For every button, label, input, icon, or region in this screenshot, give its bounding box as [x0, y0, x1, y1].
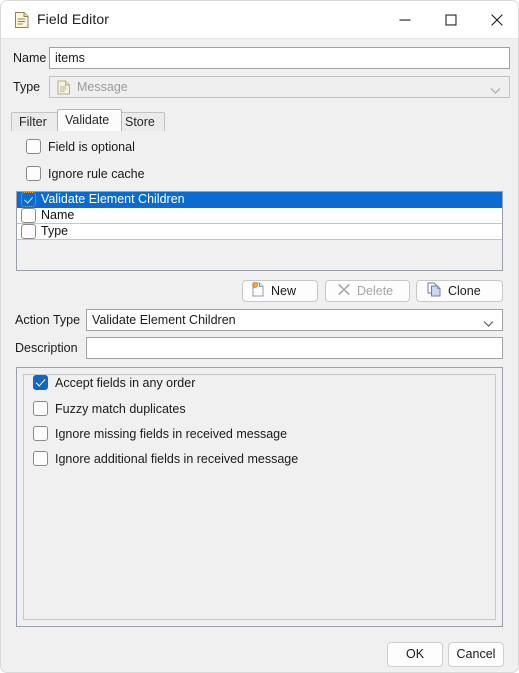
rule-label: Name [41, 208, 75, 222]
description-input[interactable] [86, 337, 503, 359]
fuzzy-match-duplicates-label: Fuzzy match duplicates [55, 402, 186, 416]
tab-filter[interactable]: Filter [11, 112, 63, 131]
accept-any-order-checkbox[interactable] [33, 375, 48, 390]
rules-listbox[interactable]: Validate Element Children Name Type [16, 191, 503, 271]
document-icon [14, 11, 30, 29]
field-is-optional-label: Field is optional [48, 140, 135, 154]
list-item[interactable]: Validate Element Children [17, 192, 502, 208]
chevron-down-icon [490, 83, 501, 94]
tabstrip: Filter Validate Store [11, 109, 510, 131]
document-icon [57, 80, 71, 97]
minimize-button[interactable] [382, 1, 428, 38]
description-label: Description [15, 341, 78, 355]
chevron-down-icon [483, 316, 494, 327]
name-label: Name [13, 51, 47, 65]
cancel-button[interactable]: Cancel [448, 642, 504, 667]
clone-button[interactable]: Clone [416, 280, 503, 302]
type-combobox[interactable]: Message [49, 76, 510, 98]
new-button[interactable]: New [242, 280, 318, 302]
list-item[interactable]: Name [17, 208, 502, 224]
ignore-rule-cache-checkbox[interactable] [26, 166, 41, 181]
list-item[interactable]: Type [17, 224, 502, 240]
titlebar: Field Editor [1, 1, 518, 39]
delete-button[interactable]: Delete [325, 280, 410, 302]
close-button[interactable] [474, 1, 518, 38]
maximize-button[interactable] [428, 1, 474, 38]
rule-checkbox[interactable] [21, 192, 36, 207]
tab-store-label: Store [125, 115, 155, 129]
fuzzy-match-duplicates-checkbox[interactable] [33, 401, 48, 416]
ignore-missing-fields-label: Ignore missing fields in received messag… [55, 427, 288, 441]
rule-label: Type [41, 224, 69, 238]
action-type-combobox[interactable]: Validate Element Children [86, 309, 503, 331]
ignore-rule-cache-label: Ignore rule cache [48, 167, 145, 181]
ok-button-label: OK [405, 647, 425, 661]
accept-any-order-label: Accept fields in any order [55, 376, 196, 390]
action-options-panel: Accept fields in any order Fuzzy match d… [16, 367, 503, 627]
ignore-additional-fields-checkbox[interactable] [33, 451, 48, 466]
action-type-value: Validate Element Children [92, 313, 236, 327]
field-editor-window: Field Editor Name items Type Message Fil… [0, 0, 519, 673]
tab-validate[interactable]: Validate [57, 109, 122, 131]
field-is-optional-checkbox[interactable] [26, 139, 41, 154]
name-input[interactable]: items [49, 47, 510, 69]
delete-button-label: Delete [357, 284, 394, 298]
close-icon [491, 13, 503, 26]
new-button-label: New [271, 284, 297, 298]
tab-store[interactable]: Store [117, 112, 165, 131]
tab-filter-label: Filter [19, 115, 47, 129]
cancel-button-label: Cancel [456, 647, 496, 661]
type-value: Message [77, 80, 128, 94]
rule-label: Validate Element Children [41, 192, 185, 206]
ignore-additional-fields-label: Ignore additional fields in received mes… [55, 452, 299, 466]
window-title: Field Editor [37, 11, 110, 27]
clone-button-label: Clone [448, 284, 481, 298]
dialog-content: Name items Type Message Filter Validate … [1, 39, 518, 672]
tab-validate-label: Validate [65, 113, 110, 127]
rule-checkbox[interactable] [21, 208, 36, 223]
maximize-icon [445, 14, 457, 25]
ignore-missing-fields-checkbox[interactable] [33, 426, 48, 441]
action-type-label: Action Type [15, 313, 81, 327]
ok-button[interactable]: OK [387, 642, 443, 667]
minimize-icon [399, 19, 411, 21]
rule-checkbox[interactable] [21, 224, 36, 239]
type-label: Type [13, 80, 41, 94]
